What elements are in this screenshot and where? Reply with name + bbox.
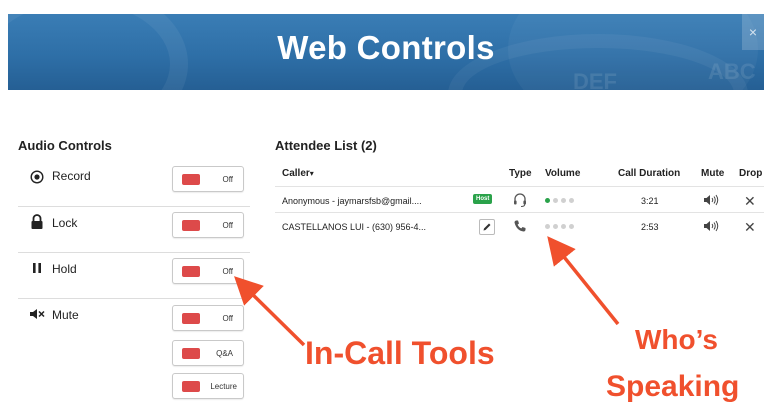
speaking-arrow: [547, 236, 620, 326]
tools-arrow: [234, 276, 306, 347]
annotation-whos: Who’s: [635, 324, 718, 355]
annotation-speaking: Speaking: [606, 370, 740, 403]
annotation-in-call-tools: In-Call Tools: [305, 335, 495, 371]
